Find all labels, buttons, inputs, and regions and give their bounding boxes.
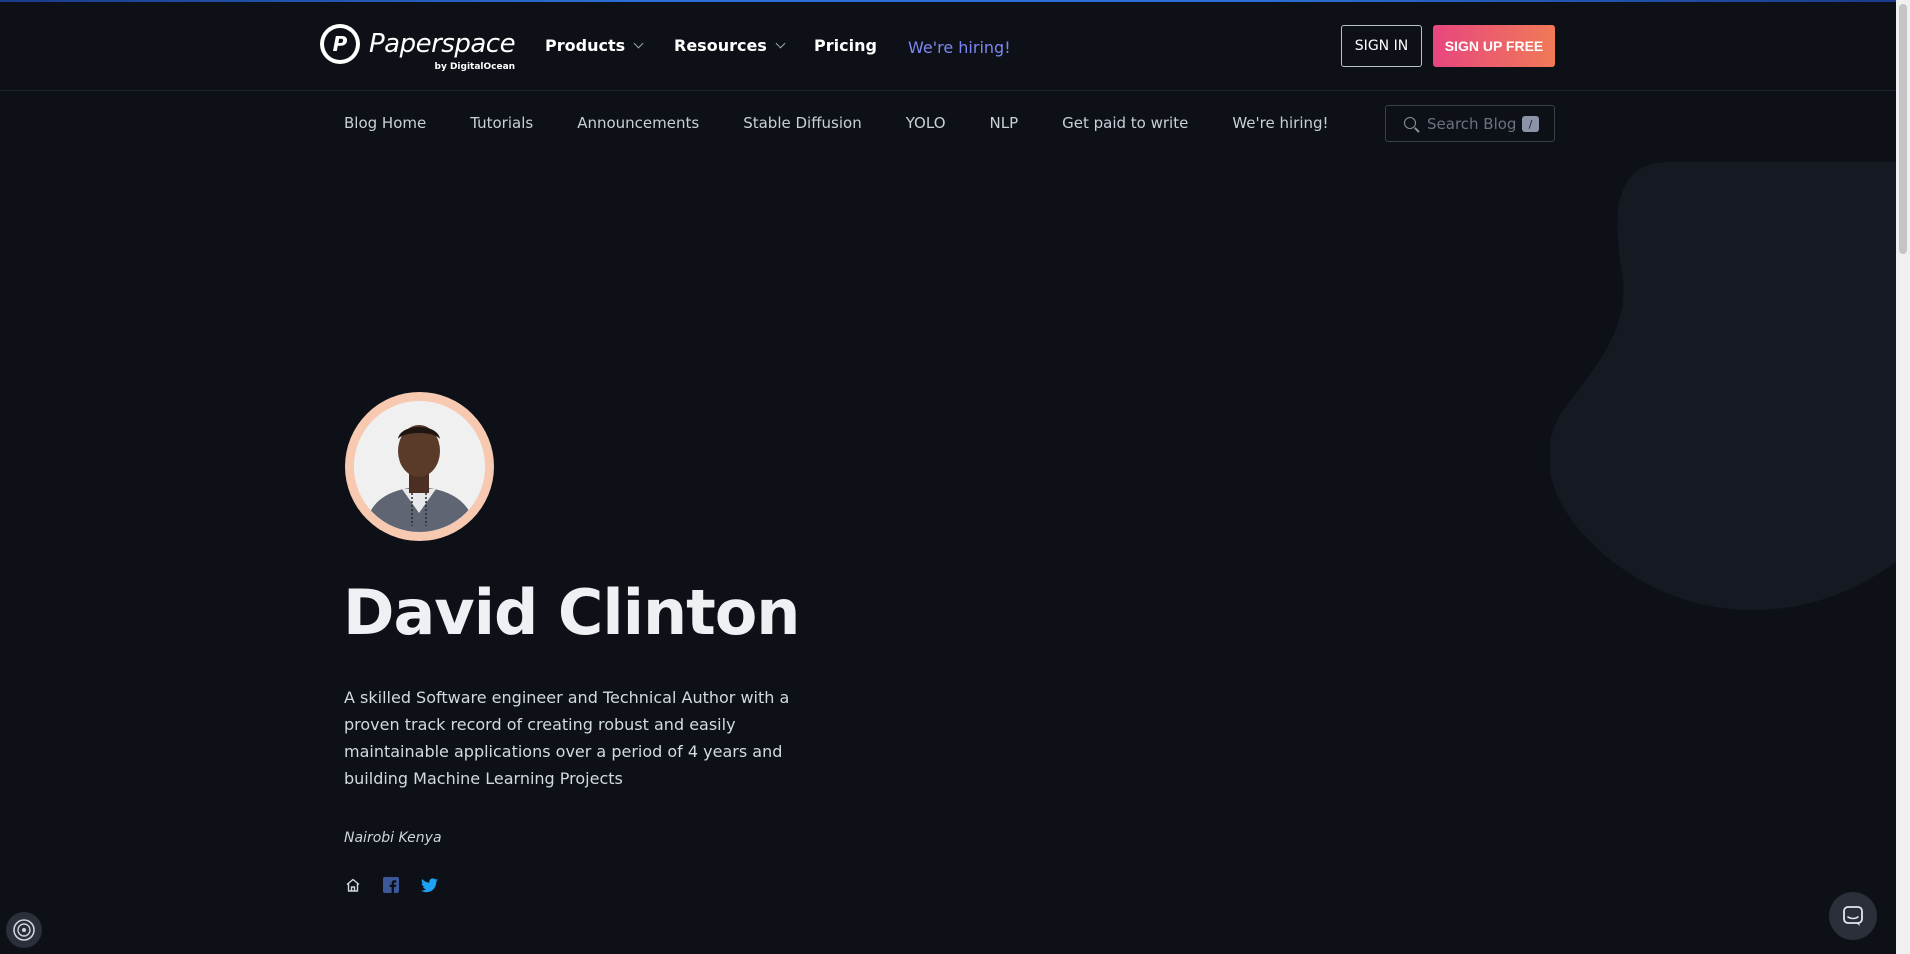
brand-byline: by DigitalOcean — [434, 62, 516, 72]
search-box[interactable]: / — [1385, 105, 1555, 142]
chat-launcher-button[interactable] — [1829, 892, 1877, 940]
twitter-icon[interactable] — [420, 876, 438, 894]
site-header: P Paperspace by DigitalOcean Products Re… — [0, 2, 1896, 91]
chat-icon — [1843, 906, 1863, 926]
avatar-photo — [354, 401, 485, 532]
subnav-item-announcements[interactable]: Announcements — [577, 114, 699, 132]
author-location: Nairobi Kenya — [344, 830, 442, 846]
subnav-item-yolo[interactable]: YOLO — [906, 114, 946, 132]
nav-pricing[interactable]: Pricing — [814, 36, 877, 55]
author-bio: A skilled Software engineer and Technica… — [344, 688, 790, 788]
nav-hiring-link[interactable]: We're hiring! — [908, 38, 1011, 57]
nav-pricing-label: Pricing — [814, 36, 877, 55]
subnav-item-get-paid[interactable]: Get paid to write — [1062, 114, 1188, 132]
search-shortcut-key: / — [1522, 116, 1539, 132]
subnav-item-nlp[interactable]: NLP — [990, 114, 1019, 132]
nav-resources-label: Resources — [674, 36, 767, 55]
subnav-item-stable-diffusion[interactable]: Stable Diffusion — [743, 114, 862, 132]
nav-hiring-label: We're hiring! — [908, 38, 1011, 57]
facebook-icon[interactable] — [382, 876, 400, 894]
subnav-item-tutorials[interactable]: Tutorials — [470, 114, 533, 132]
home-icon[interactable] — [344, 876, 362, 894]
blog-subnav: Blog Home Tutorials Announcements Stable… — [344, 114, 1373, 132]
chevron-down-icon — [633, 38, 644, 49]
scrollbar-thumb[interactable] — [1899, 4, 1907, 254]
chevron-down-icon — [775, 38, 786, 49]
author-avatar — [345, 392, 494, 541]
sign-in-button[interactable]: SIGN IN — [1341, 25, 1422, 67]
cookie-icon — [13, 919, 35, 941]
search-input[interactable] — [1427, 114, 1527, 134]
decorative-blob — [1550, 162, 1896, 610]
cookie-settings-button[interactable] — [6, 912, 42, 948]
subnav-item-hiring[interactable]: We're hiring! — [1232, 114, 1328, 132]
brand-name: Paperspace — [369, 29, 516, 59]
brand-logo[interactable]: P Paperspace by DigitalOcean — [320, 24, 516, 72]
search-icon — [1404, 117, 1416, 129]
subnav-item-blog-home[interactable]: Blog Home — [344, 114, 426, 132]
paperspace-logo-icon: P — [320, 24, 360, 64]
author-name: David Clinton — [343, 576, 800, 649]
nav-resources[interactable]: Resources — [674, 36, 786, 55]
sign-up-button[interactable]: SIGN UP FREE — [1433, 25, 1555, 67]
brand-wordmark: Paperspace by DigitalOcean — [369, 29, 516, 72]
avatar-portrait — [354, 401, 485, 532]
nav-products[interactable]: Products — [545, 36, 644, 55]
page-scrollbar[interactable] — [1896, 0, 1910, 954]
nav-products-label: Products — [545, 36, 626, 55]
